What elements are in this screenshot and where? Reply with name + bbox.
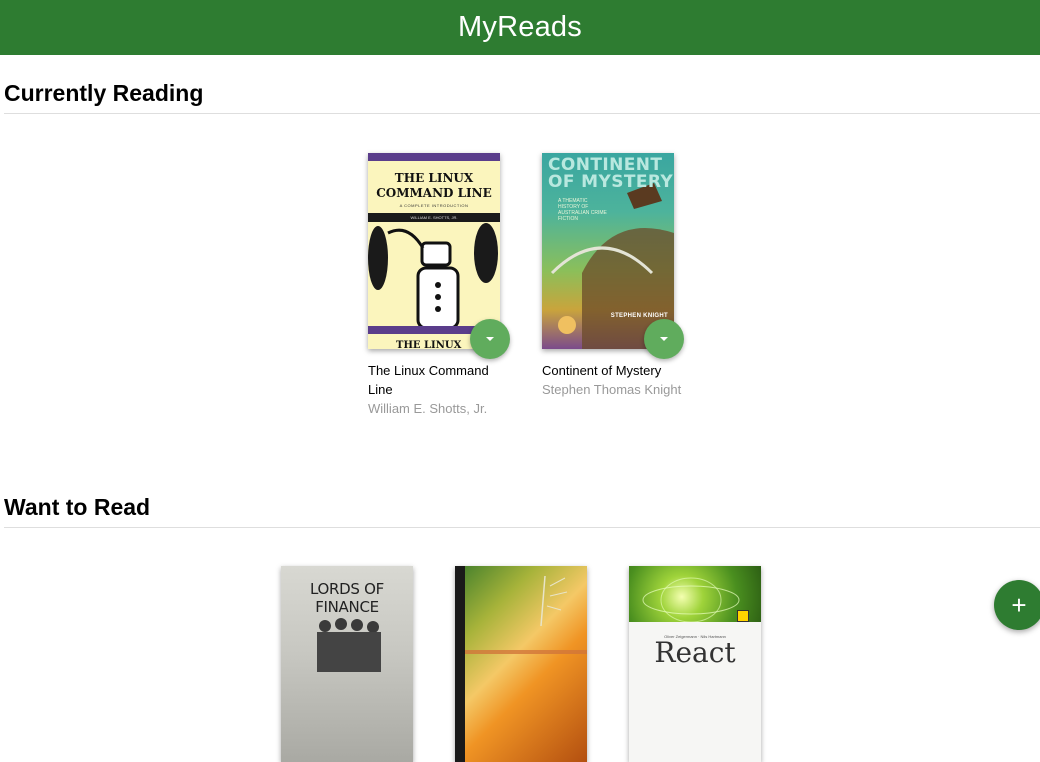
book-cover[interactable]: Oliver Zeigermann · Nils Hartmann React [629,566,761,762]
book-author: Stephen Thomas Knight [542,382,682,397]
cover-title: CONTINENT OF MYSTERY [548,157,673,191]
shelf-title-currently-reading: Currently Reading [4,80,204,106]
add-book-button[interactable]: + [994,580,1040,630]
app-title: MyReads [458,11,582,43]
book-cover[interactable] [455,566,587,762]
book-author: William E. Shotts, Jr. [368,401,488,416]
book-cover[interactable]: THE LINUX COMMAND LINE A COMPLETE INTROD… [368,153,500,349]
cover-author: WILLIAM E. SHOTTS, JR. [410,215,458,220]
caret-down-icon [660,337,668,341]
book-title: The Linux Command Line [368,363,489,397]
cover-author-band: WILLIAM E. SHOTTS, JR. [368,213,500,222]
cover-title: THE LINUX COMMAND LINE [368,171,500,201]
cover-title-line: OF MYSTERY [548,172,674,192]
svg-text:THE LINUX: THE LINUX [396,340,462,349]
plus-icon: + [1011,590,1027,620]
caret-down-icon [486,337,494,341]
cover-band [368,153,500,161]
cover-subtitle: A COMPLETE INTRODUCTION [399,203,469,208]
book-title: Continent of Mystery [542,363,662,378]
shelf-changer-button[interactable] [470,319,510,359]
shelf-divider [4,527,1040,528]
cover-title-line: THE LINUX [394,171,474,185]
cover-illustration [465,575,587,654]
publisher-badge [737,610,749,622]
shelf-changer-button[interactable] [644,319,684,359]
cover-title-line: COMMAND LINE [376,186,492,200]
book-cover[interactable]: LORDS OF FINANCE [281,566,413,762]
book-cover[interactable]: CONTINENT OF MYSTERY A THEMATIC HISTORY … [542,153,674,349]
cover-subtitle: A THEMATIC HISTORY OF AUSTRALIAN CRIME F… [558,198,607,222]
shelf-title-want-to-read: Want to Read [4,494,151,520]
app-header: MyReads [0,0,1040,55]
cover-photo [317,618,381,672]
cover-author: STEPHEN KNIGHT [610,313,668,319]
cover-title: React [654,636,736,669]
shelf-divider [4,113,1040,114]
